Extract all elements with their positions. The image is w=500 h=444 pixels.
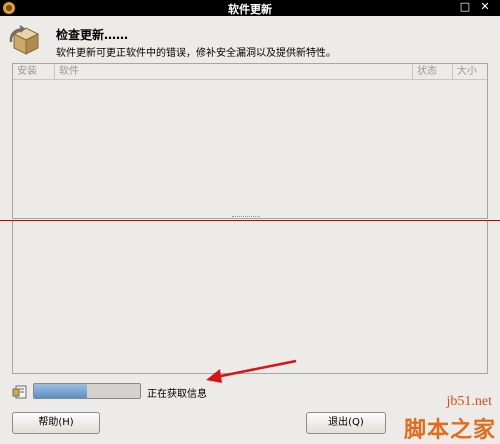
progress-fill [34,384,87,398]
column-install[interactable]: 安装 [13,64,55,79]
status-text: 正在获取信息 [147,389,207,400]
details-pane [12,221,488,374]
column-size[interactable]: 大小 [453,64,487,79]
quit-button[interactable]: 退出(Q) [306,412,386,434]
maximize-button[interactable]: □ [458,0,472,14]
list-header: 安装 软件 状态 大小 [13,64,487,80]
log-icon[interactable] [12,384,28,400]
help-button[interactable]: 帮助(H) [12,412,100,434]
page-description: 软件更新可更正软件中的错误，修补安全漏洞以及提供新特性。 [56,48,336,59]
window-titlebar[interactable]: 软件更新 □ ✕ [0,0,500,16]
column-status[interactable]: 状态 [413,64,453,79]
pane-splitter-handle[interactable] [232,216,260,219]
page-title: 检查更新…… [56,28,129,42]
annotation-arrow [206,359,297,383]
progress-bar [33,383,141,399]
close-button[interactable]: ✕ [478,0,492,14]
column-software[interactable]: 软件 [55,64,413,79]
update-list[interactable]: 安装 软件 状态 大小 [12,63,488,219]
window-title: 软件更新 [228,3,272,16]
package-icon [9,25,40,55]
